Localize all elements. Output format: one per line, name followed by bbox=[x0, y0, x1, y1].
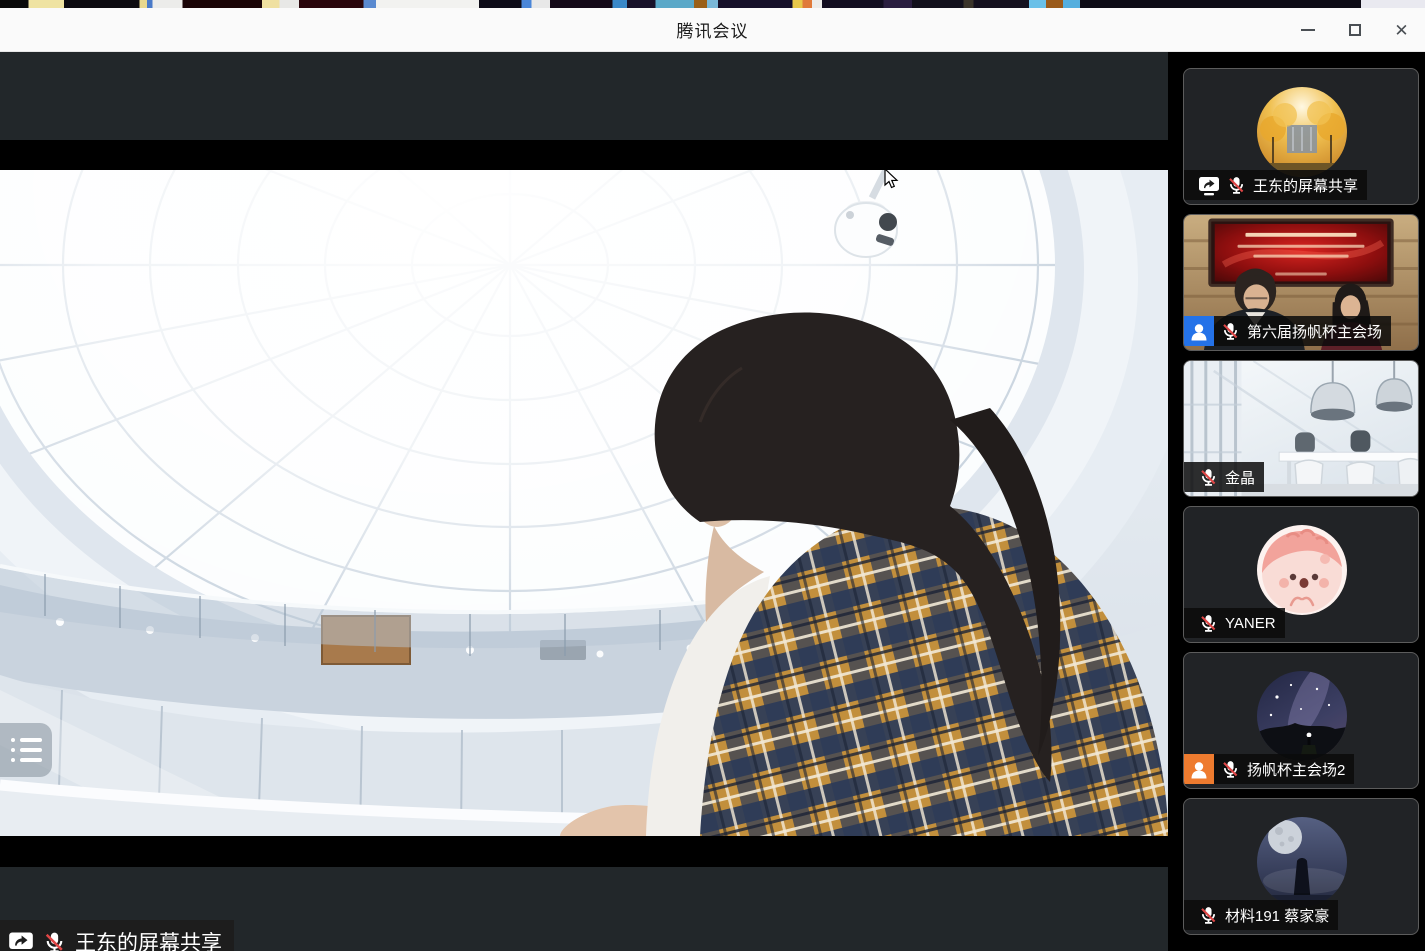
avatar-night-sky bbox=[1257, 671, 1347, 761]
participants-sidebar: 王东的屏幕共享 bbox=[1168, 52, 1425, 951]
participant-list-toggle[interactable] bbox=[0, 723, 52, 777]
participant-tile-jinjing[interactable]: 金晶 bbox=[1183, 360, 1419, 497]
background-window-sliver bbox=[0, 0, 1425, 8]
mic-muted-icon bbox=[1220, 759, 1241, 779]
screen-share-banner: 王东的屏幕共享 bbox=[0, 920, 234, 951]
participant-label: 材料191 蔡家豪 bbox=[1184, 900, 1338, 930]
participant-name: 材料191 蔡家豪 bbox=[1225, 905, 1329, 926]
participant-name: 金晶 bbox=[1225, 467, 1255, 488]
maximize-icon bbox=[1349, 24, 1361, 36]
close-button[interactable]: ✕ bbox=[1378, 8, 1425, 52]
mic-muted-icon bbox=[1220, 321, 1241, 341]
mic-muted-icon bbox=[42, 930, 67, 951]
member-badge-orange bbox=[1184, 754, 1214, 784]
mic-muted-icon bbox=[1198, 613, 1219, 633]
participant-name: YANER bbox=[1225, 615, 1276, 632]
screen-share-icon bbox=[8, 930, 34, 951]
minimize-icon bbox=[1301, 29, 1315, 31]
share-banner-text: 王东的屏幕共享 bbox=[75, 927, 222, 951]
member-badge-blue bbox=[1184, 316, 1214, 346]
participant-label: 金晶 bbox=[1184, 462, 1264, 492]
participant-label: 王东的屏幕共享 bbox=[1184, 170, 1367, 200]
avatar-pink-cartoon bbox=[1257, 525, 1347, 615]
letterbox-bottom bbox=[0, 836, 1168, 867]
letterbox-top bbox=[0, 140, 1168, 170]
participant-tile-yangfan-2[interactable]: 扬帆杯主会场2 bbox=[1183, 652, 1419, 789]
participant-tile-yaner[interactable]: YANER bbox=[1183, 506, 1419, 643]
meeting-content: 王东的屏幕共享 bbox=[0, 52, 1425, 951]
avatar-moon-silhouette bbox=[1257, 817, 1347, 907]
participant-label: 扬帆杯主会场2 bbox=[1184, 754, 1354, 784]
participant-name: 第六届扬帆杯主会场 bbox=[1247, 321, 1382, 342]
participant-name: 王东的屏幕共享 bbox=[1253, 175, 1358, 196]
close-icon: ✕ bbox=[1394, 22, 1408, 39]
participant-label: 第六届扬帆杯主会场 bbox=[1184, 316, 1391, 346]
shared-video-frame bbox=[0, 170, 1168, 836]
mic-muted-icon bbox=[1198, 905, 1219, 925]
titlebar: 腾讯会议 ✕ bbox=[0, 8, 1425, 52]
minimize-button[interactable] bbox=[1284, 8, 1331, 52]
participant-tile-wangdong-share[interactable]: 王东的屏幕共享 bbox=[1183, 68, 1419, 205]
participant-tile-caijiahao[interactable]: 材料191 蔡家豪 bbox=[1183, 798, 1419, 935]
list-icon bbox=[11, 738, 52, 742]
participant-label: YANER bbox=[1184, 608, 1285, 638]
maximize-button[interactable] bbox=[1331, 8, 1378, 52]
mic-muted-icon bbox=[1226, 175, 1247, 195]
person-icon bbox=[1188, 321, 1210, 342]
window-title: 腾讯会议 bbox=[677, 17, 749, 42]
participant-tile-yangfan-main[interactable]: 第六届扬帆杯主会场 bbox=[1183, 214, 1419, 351]
mic-muted-icon bbox=[1198, 467, 1219, 487]
shared-screen-stage: 王东的屏幕共享 bbox=[0, 52, 1168, 951]
person-icon bbox=[1188, 759, 1210, 780]
screen-share-icon bbox=[1198, 175, 1220, 196]
window-controls: ✕ bbox=[1284, 8, 1425, 52]
mouse-cursor bbox=[884, 168, 900, 190]
avatar-autumn-trees bbox=[1257, 87, 1347, 177]
tencent-meeting-window: 腾讯会议 ✕ bbox=[0, 0, 1425, 951]
participant-name: 扬帆杯主会场2 bbox=[1247, 759, 1345, 780]
